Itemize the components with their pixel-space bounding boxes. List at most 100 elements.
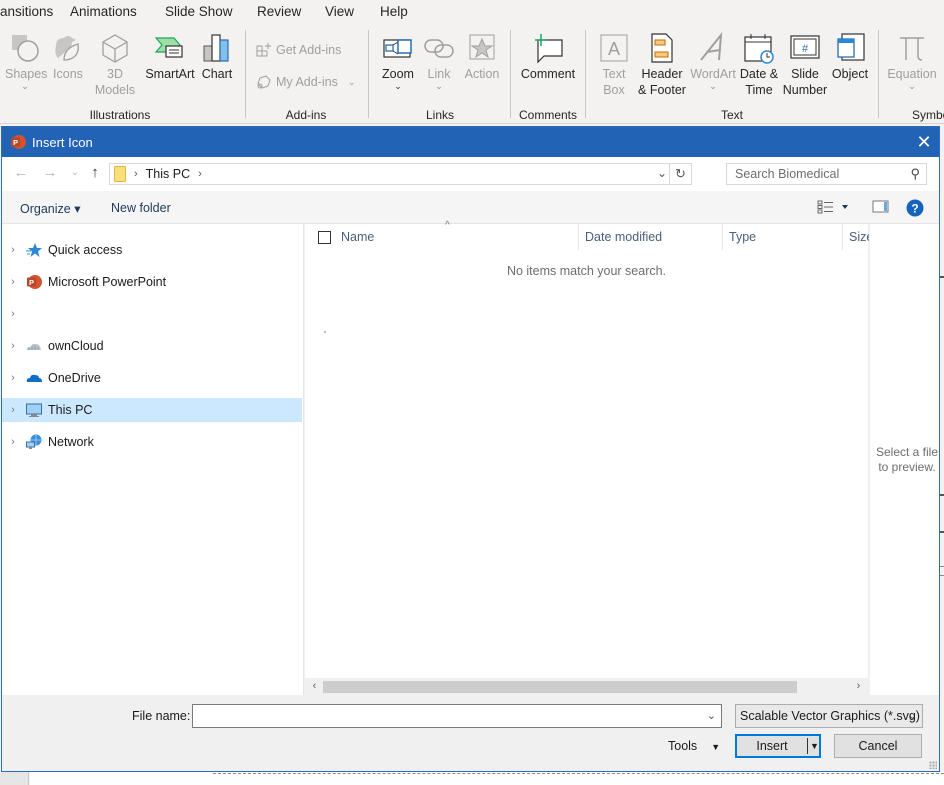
icons-button[interactable]: Icons [50,32,86,82]
select-all-checkbox[interactable] [318,231,331,244]
tools-menu-button[interactable]: Tools ▼ [668,739,720,753]
insert-dropdown-icon[interactable]: ▼ [810,736,819,756]
dialog-title-bar[interactable]: P Insert Icon ✕ [2,127,939,157]
smartart-button[interactable]: SmartArt [144,32,196,82]
column-header-date-modified[interactable]: Date modified [579,224,723,250]
back-button[interactable]: ← [12,165,30,181]
new-folder-button[interactable]: New folder [111,201,171,215]
navigation-bar: ← → ⌄ ↑ › This PC › ⌄ ↻ ⚲ [2,157,939,191]
expand-chevron-icon[interactable]: › [2,276,24,288]
up-button[interactable]: ↑ [86,165,104,181]
address-dropdown-icon[interactable]: ⌄ [657,166,667,180]
split-divider [807,738,808,754]
nav-item-network[interactable]: › Network [2,430,302,454]
chart-button[interactable]: Chart [200,32,234,82]
group-divider [585,30,586,118]
smartart-label: SmartArt [145,67,195,81]
breadcrumb-separator: › [134,168,138,180]
illustrations-group-label: Illustrations [89,108,151,122]
column-header-name[interactable]: Name [335,224,579,250]
quick-access-star-icon [26,243,42,257]
tab-transitions[interactable]: ansitions [0,4,53,19]
nav-item-microsoft-powerpoint[interactable]: › P Microsoft PowerPoint [2,270,302,294]
search-box[interactable]: ⚲ [726,163,927,185]
scroll-left-button[interactable]: ‹ [306,679,323,694]
expand-chevron-icon[interactable]: › [2,308,24,320]
change-view-button[interactable] [817,199,849,218]
3d-models-icon [102,34,128,63]
refresh-button[interactable]: ↻ [669,164,691,184]
nav-item-onedrive[interactable]: › OneDrive [2,366,302,390]
object-button[interactable]: Object [830,32,870,82]
column-header-type[interactable]: Type [723,224,843,250]
svg-text:P: P [13,138,18,147]
file-name-combobox[interactable]: ⌄ [192,704,722,728]
nav-item-quick-access[interactable]: › Quick access [2,238,302,262]
comment-button[interactable]: Comment [519,32,577,82]
powerpoint-icon: P [27,275,42,289]
organize-button[interactable]: Organize ▾ [20,201,80,216]
slide-mark [940,566,944,567]
breadcrumb-separator[interactable]: › [198,168,202,180]
wordart-button[interactable]: WordArt ⌄ [690,32,736,91]
preview-pane-icon [872,200,889,213]
close-button[interactable]: ✕ [913,131,935,153]
scrollbar-thumb[interactable] [323,681,797,693]
expand-chevron-icon[interactable]: › [2,436,24,448]
onedrive-icon [26,374,42,382]
forward-button[interactable]: → [41,165,59,181]
breadcrumb-this-pc[interactable]: This PC [146,167,190,181]
shapes-button[interactable]: Shapes ⌄ [5,32,47,91]
icons-label: Icons [53,67,83,81]
chevron-down-icon: ⌄ [347,76,356,87]
zoom-button[interactable]: Zoom ⌄ [379,32,417,91]
link-button[interactable]: Link ⌄ [423,32,455,91]
address-bar[interactable]: › This PC › ⌄ ↻ [109,163,692,185]
text-box-button[interactable]: A Text Box [597,32,631,98]
scroll-right-button[interactable]: › [850,679,867,694]
tab-help[interactable]: Help [380,4,408,19]
slide-number-button[interactable]: # Slide Number [782,32,828,98]
horizontal-scrollbar[interactable]: ‹ › [305,678,868,695]
my-addins-icon [257,75,271,89]
search-input[interactable] [727,164,897,184]
action-icon [469,34,495,60]
ribbon: Shapes ⌄ Icons 3D Models SmartArt Chart … [0,26,944,124]
nav-item-owncloud[interactable]: › ownCloud [2,334,302,358]
smartart-icon [154,37,183,58]
my-addins-label: My Add-ins [276,75,338,89]
cancel-button[interactable]: Cancel [834,734,922,758]
tab-view[interactable]: View [325,4,354,19]
preview-pane-button[interactable] [872,199,890,218]
equation-button[interactable]: Equation ⌄ [886,32,938,91]
tab-animations[interactable]: Animations [70,4,137,19]
tab-slide-show[interactable]: Slide Show [165,4,233,19]
nav-item-this-pc[interactable]: › This PC [2,398,302,422]
date-time-button[interactable]: Date & Time [738,32,780,98]
get-addins-button[interactable]: Get Add-ins [256,42,341,58]
group-divider [878,30,879,118]
header-footer-icon [651,33,673,63]
help-button[interactable]: ? [906,199,924,220]
insert-button[interactable]: Insert ▼ [735,734,821,758]
expand-chevron-icon[interactable]: › [2,340,24,352]
expand-chevron-icon[interactable]: › [2,404,24,416]
tab-review[interactable]: Review [257,4,301,19]
stray-dot [324,331,326,333]
action-button[interactable]: Action [462,32,502,82]
recent-locations-button[interactable]: ⌄ [66,165,84,181]
my-addins-button[interactable]: My Add-ins ⌄ [256,74,355,90]
text-box-label-2: Box [603,83,625,97]
insert-icon-dialog: P Insert Icon ✕ ← → ⌄ ↑ › This PC › ⌄ ↻ … [1,126,940,772]
expand-chevron-icon[interactable]: › [2,244,24,256]
header-footer-button[interactable]: Header & Footer [636,32,688,98]
nav-item-unnamed[interactable]: › [2,302,302,326]
resize-grip[interactable] [929,761,937,769]
expand-chevron-icon[interactable]: › [2,372,24,384]
3d-models-button[interactable]: 3D Models [90,32,140,98]
file-name-input[interactable] [193,705,693,727]
chevron-down-icon[interactable]: ⌄ [707,709,716,722]
search-icon[interactable]: ⚲ [910,166,920,182]
svg-text:#: # [802,43,809,55]
file-type-select[interactable]: Scalable Vector Graphics (*.svg) ⌄ [735,704,923,728]
